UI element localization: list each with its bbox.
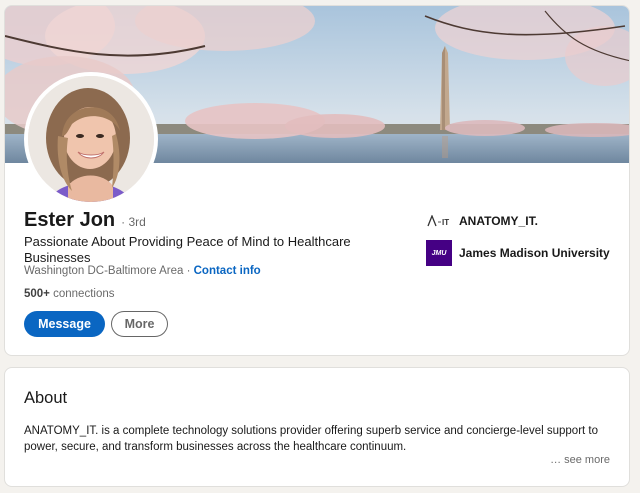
profile-location: Washington DC-Baltimore Area (24, 265, 184, 277)
education-link[interactable]: JMU James Madison University (426, 240, 610, 266)
connection-degree-badge: · 3rd (121, 215, 146, 229)
anatomy-it-logo-icon: IT (426, 208, 452, 234)
svg-text:IT: IT (442, 218, 449, 227)
jmu-logo-icon: JMU (426, 240, 452, 266)
connections-number: 500+ (24, 288, 50, 300)
current-company-name: ANATOMY_IT. (459, 214, 538, 228)
profile-headline: Passionate About Providing Peace of Mind… (24, 234, 351, 265)
current-company-link[interactable]: IT ANATOMY_IT. (426, 208, 538, 234)
contact-info-link[interactable]: Contact info (194, 265, 261, 277)
location-separator: · (186, 265, 191, 277)
profile-name: Ester Jon (24, 209, 116, 231)
connections-count[interactable]: 500+ connections (24, 288, 114, 300)
connections-label: connections (53, 288, 115, 300)
profile-photo[interactable] (24, 72, 158, 206)
about-section-title: About (24, 389, 68, 407)
profile-name-row: Ester Jon · 3rd (24, 209, 146, 232)
location-row: Washington DC-Baltimore Area · Contact i… (24, 265, 261, 277)
message-button[interactable]: Message (24, 311, 105, 337)
see-more-link[interactable]: … see more (550, 454, 610, 466)
education-school-name: James Madison University (459, 246, 610, 260)
profile-card: Ester Jon · 3rd Passionate About Providi… (4, 5, 630, 356)
about-card: About ANATOMY_IT. is a complete technolo… (4, 367, 630, 487)
more-button[interactable]: More (111, 311, 168, 337)
jmu-logo-text: JMU (431, 249, 447, 257)
about-section-text: ANATOMY_IT. is a complete technology sol… (24, 425, 599, 453)
